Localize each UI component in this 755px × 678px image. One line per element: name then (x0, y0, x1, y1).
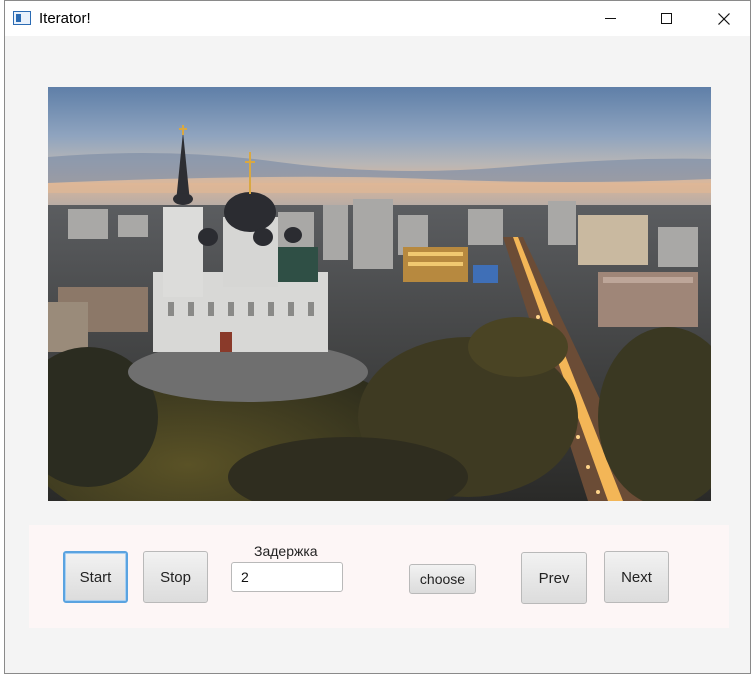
app-window: Iterator! Start Stop Задержка 2 choose P… (4, 0, 751, 674)
stop-button[interactable]: Stop (143, 551, 208, 603)
window-title: Iterator! (39, 10, 91, 27)
prev-button[interactable]: Prev (521, 552, 587, 604)
close-button[interactable] (701, 1, 747, 36)
app-window-icon (13, 11, 31, 25)
delay-input[interactable] (231, 562, 343, 592)
minimize-icon (604, 18, 616, 19)
next-button[interactable]: Next (604, 551, 669, 603)
start-button[interactable]: Start (63, 551, 128, 603)
minimize-button[interactable] (587, 1, 633, 36)
controls-panel: Start Stop Задержка choose Prev Next (29, 525, 729, 628)
maximize-icon (660, 13, 672, 24)
choose-button[interactable]: choose (409, 564, 476, 594)
maximize-button[interactable] (643, 1, 689, 36)
city-photo (48, 87, 711, 501)
delay-label: Задержка (254, 543, 318, 559)
title-bar: Iterator! (5, 1, 750, 36)
close-icon (718, 12, 730, 25)
